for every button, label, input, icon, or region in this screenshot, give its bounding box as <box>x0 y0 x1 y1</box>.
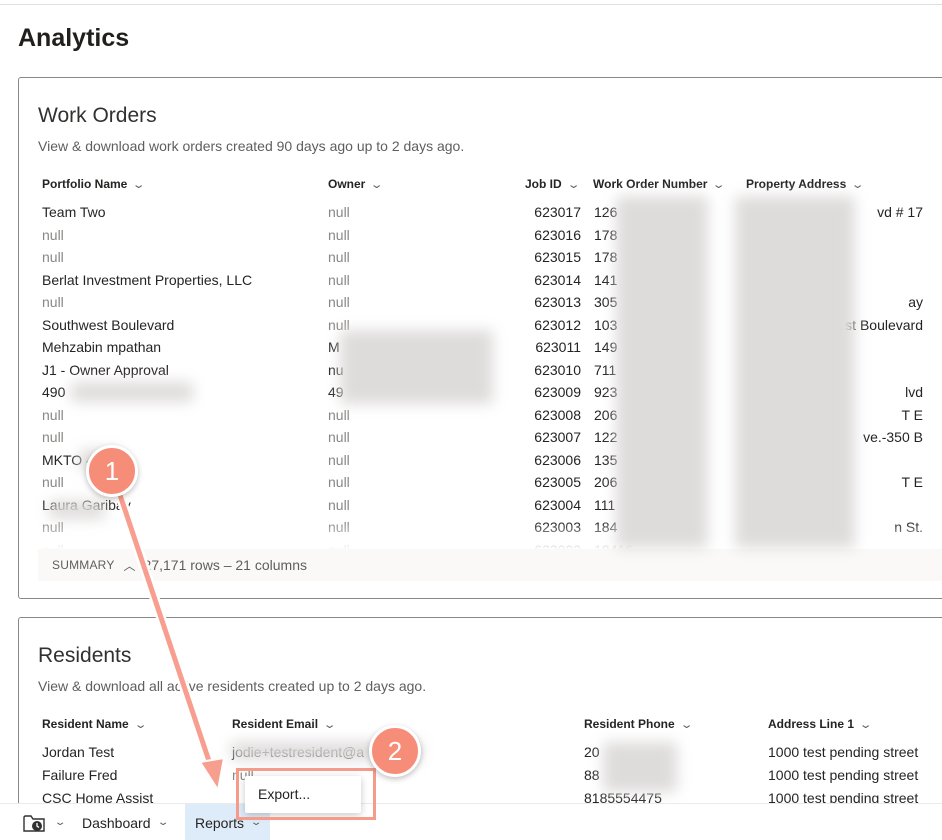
annotation-arrow <box>115 490 226 793</box>
step-badge-1: 1 <box>86 445 138 497</box>
step-badge-2: 2 <box>369 725 421 777</box>
